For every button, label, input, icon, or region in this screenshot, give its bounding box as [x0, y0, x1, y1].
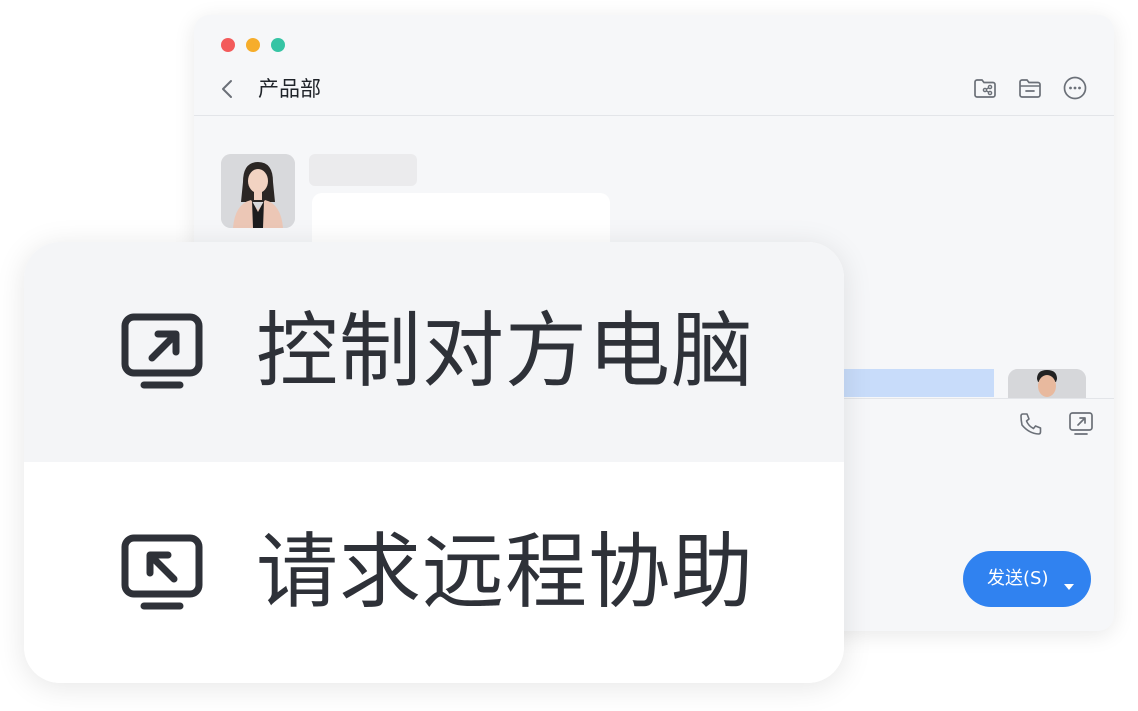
- more-icon[interactable]: [1062, 75, 1088, 101]
- remote-assist-in-icon: [120, 533, 204, 613]
- folder-icon[interactable]: [1017, 75, 1043, 101]
- caret-down-icon[interactable]: [1063, 576, 1075, 590]
- remote-control-out-icon: [120, 312, 204, 392]
- close-window-button[interactable]: [221, 38, 235, 52]
- chat-title: 产品部: [258, 77, 321, 101]
- sender-name-placeholder: [309, 154, 417, 186]
- shared-folder-icon[interactable]: [972, 75, 998, 101]
- minimize-window-button[interactable]: [246, 38, 260, 52]
- own-avatar[interactable]: [1008, 369, 1086, 399]
- remote-screen-icon[interactable]: [1066, 409, 1096, 439]
- remote-control-menu: 控制对方电脑 请求远程协助: [24, 242, 844, 683]
- back-arrow-icon[interactable]: [218, 77, 238, 101]
- menu-item-label: 请求远程协助: [256, 525, 755, 620]
- chat-header: 产品部: [194, 67, 1114, 116]
- menu-item-request-assist[interactable]: 请求远程协助: [24, 463, 844, 683]
- maximize-window-button[interactable]: [271, 38, 285, 52]
- send-button[interactable]: 发送(S): [963, 551, 1091, 607]
- phone-icon[interactable]: [1016, 409, 1046, 439]
- own-message-bubble: [834, 369, 994, 397]
- menu-item-control-remote[interactable]: 控制对方电脑: [24, 242, 844, 462]
- send-button-label: 发送(S): [987, 568, 1049, 589]
- menu-item-label: 控制对方电脑: [256, 304, 755, 399]
- avatar[interactable]: [221, 154, 295, 228]
